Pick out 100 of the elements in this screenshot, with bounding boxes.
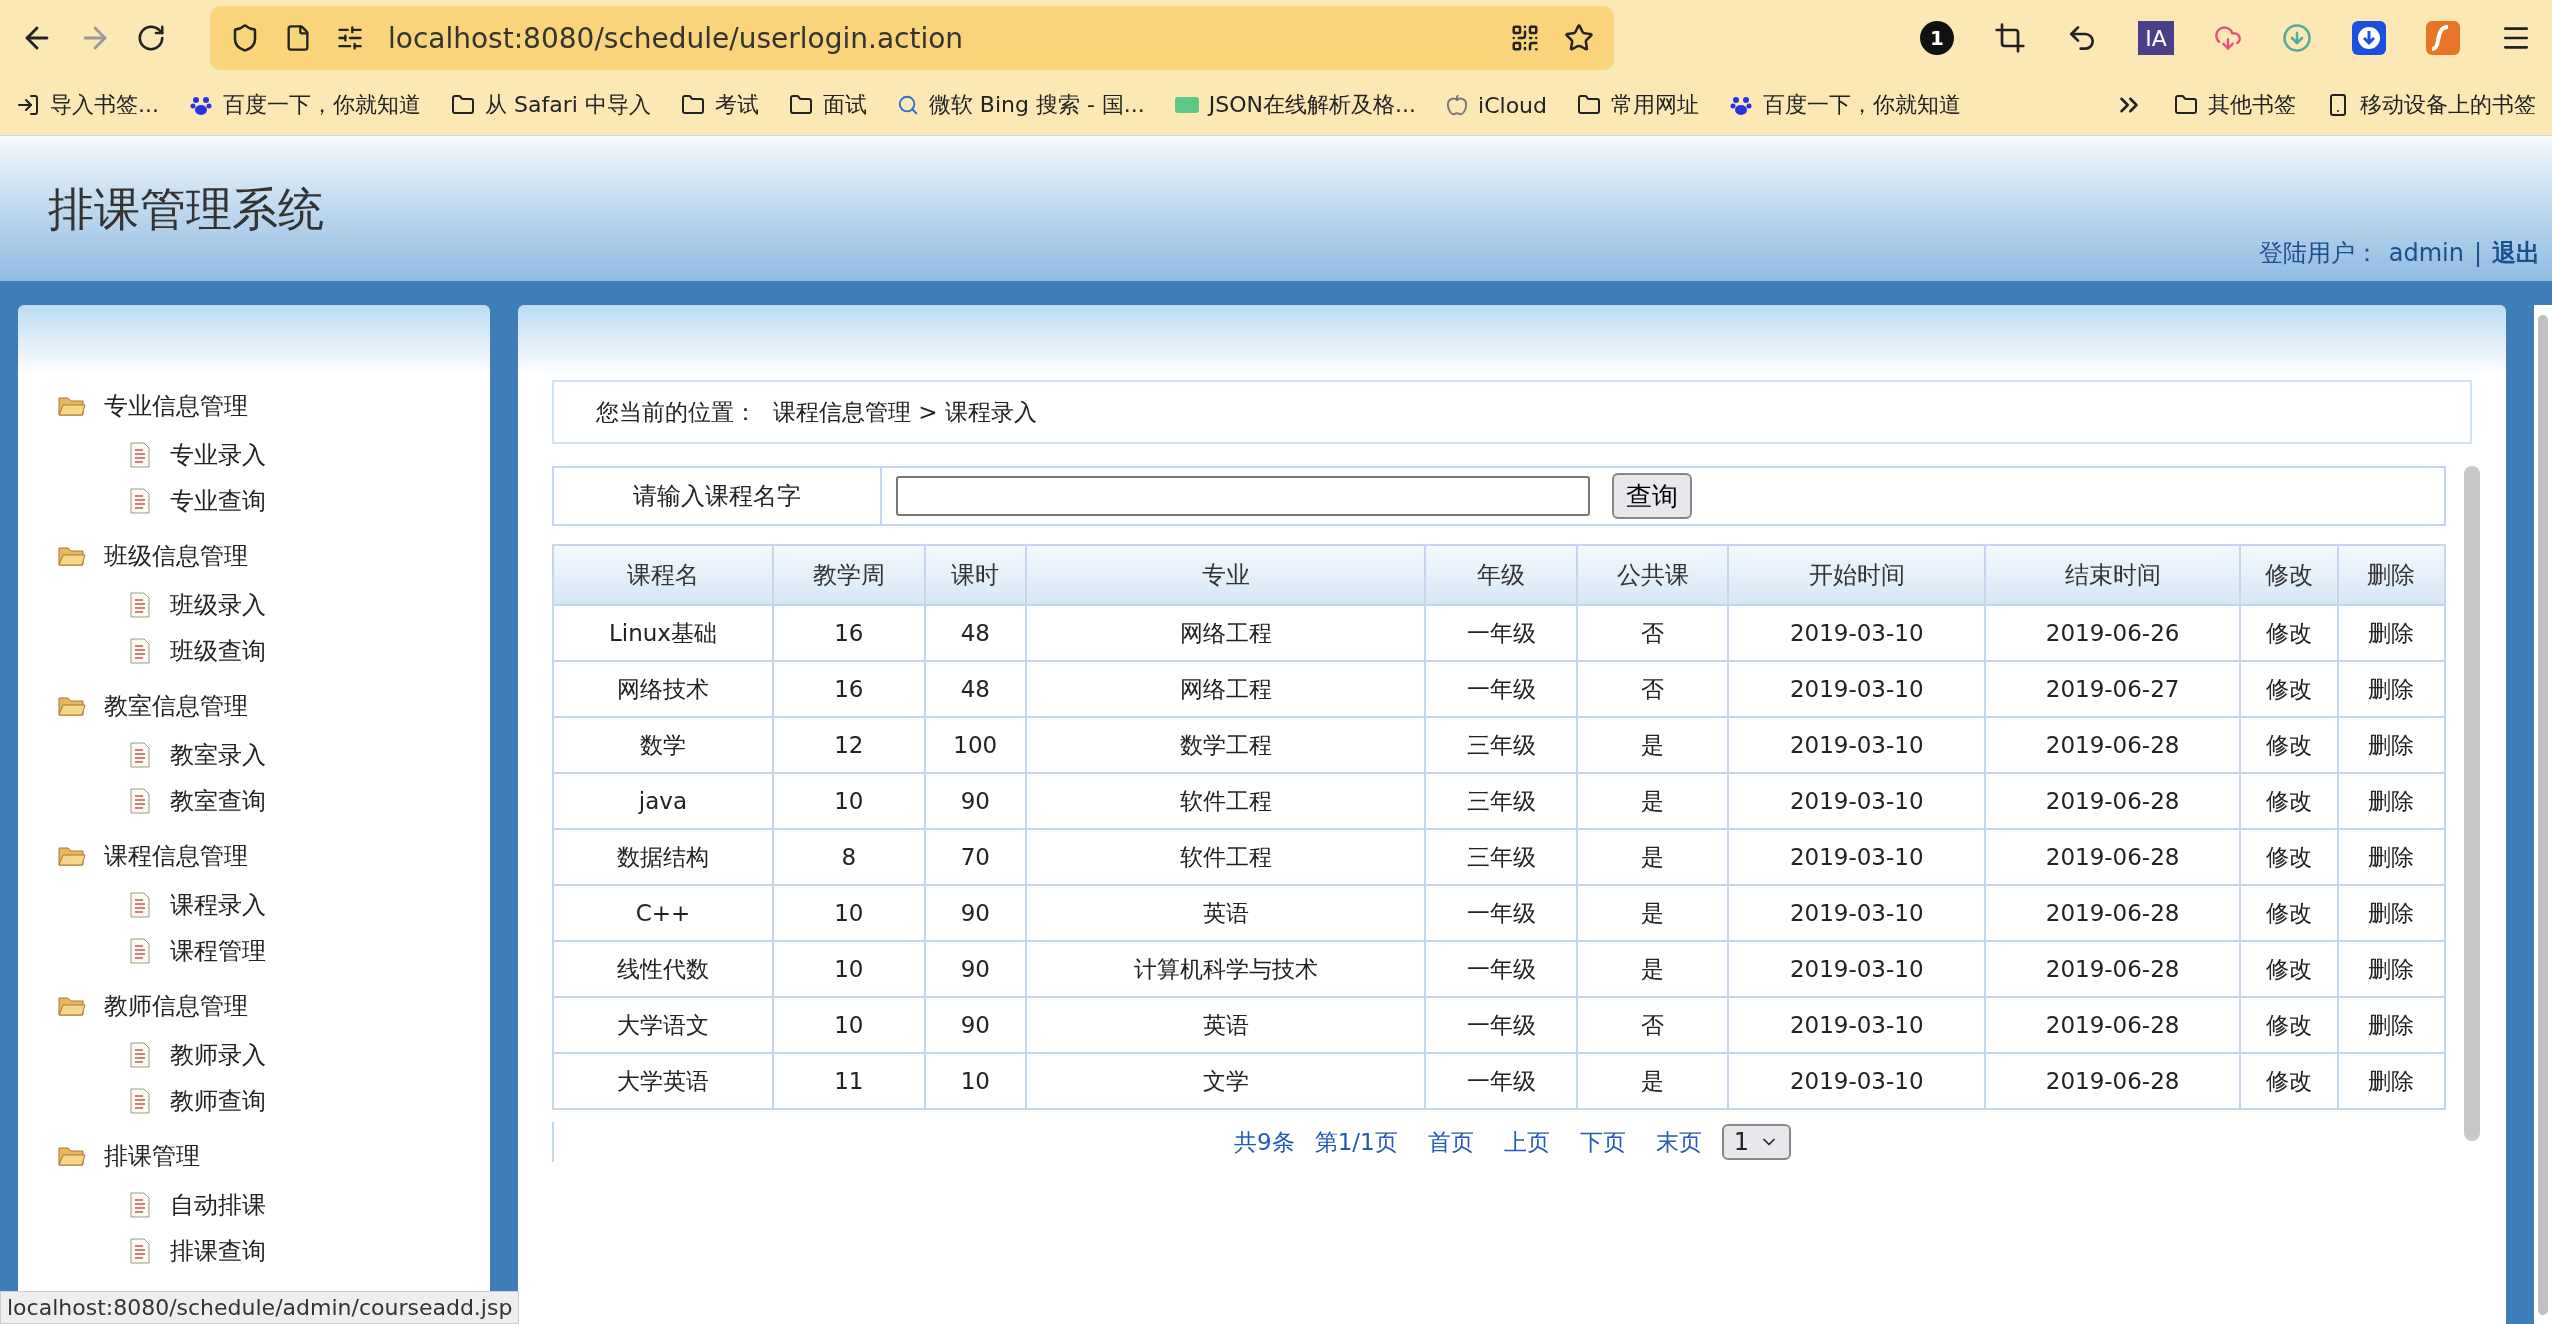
delete-link[interactable]: 删除 bbox=[2337, 773, 2445, 829]
table-cell: 12 bbox=[772, 717, 925, 773]
bookmark[interactable]: 其他书签 bbox=[2174, 90, 2296, 120]
sidebar-group[interactable]: 课程信息管理 bbox=[104, 840, 248, 872]
logout-link[interactable]: 退出 bbox=[2492, 237, 2540, 269]
column-header: 教学周 bbox=[772, 545, 925, 605]
download-icon[interactable] bbox=[2352, 21, 2386, 55]
star-icon[interactable] bbox=[1564, 23, 1594, 53]
edit-link[interactable]: 修改 bbox=[2240, 997, 2338, 1053]
sidebar-item[interactable]: 专业录入 bbox=[170, 439, 266, 471]
edit-link[interactable]: 修改 bbox=[2240, 1053, 2338, 1109]
sidebar-item[interactable]: 排课查询 bbox=[170, 1235, 266, 1267]
delete-link[interactable]: 删除 bbox=[2337, 941, 2445, 997]
qr-code-icon[interactable] bbox=[1510, 23, 1540, 53]
sidebar-item[interactable]: 课程管理 bbox=[170, 935, 266, 967]
search-button[interactable]: 查询 bbox=[1612, 473, 1692, 519]
table-cell: 计算机科学与技术 bbox=[1025, 941, 1426, 997]
table-cell: 数据结构 bbox=[553, 829, 773, 885]
table-cell: 8 bbox=[772, 829, 925, 885]
bookmark[interactable]: iCloud bbox=[1446, 92, 1547, 118]
bookmark[interactable]: 导入书签... bbox=[16, 90, 159, 120]
pager-link[interactable]: 末页 bbox=[1655, 1126, 1702, 1158]
sidebar-item[interactable]: 教师查询 bbox=[170, 1085, 266, 1117]
sidebar-item[interactable]: 教师录入 bbox=[170, 1039, 266, 1071]
pager-link[interactable]: 下页 bbox=[1579, 1126, 1626, 1158]
sidebar-group[interactable]: 教室信息管理 bbox=[104, 690, 248, 722]
edit-link[interactable]: 修改 bbox=[2240, 605, 2338, 661]
delete-link[interactable]: 删除 bbox=[2337, 717, 2445, 773]
document-icon bbox=[130, 1238, 150, 1264]
sidebar-group[interactable]: 班级信息管理 bbox=[104, 540, 248, 572]
table-cell: 是 bbox=[1577, 885, 1729, 941]
sidebar-item[interactable]: 自动排课 bbox=[170, 1189, 266, 1221]
column-header: 结束时间 bbox=[1985, 545, 2240, 605]
sidebar-group[interactable]: 专业信息管理 bbox=[104, 390, 248, 422]
sidebar-item[interactable]: 班级录入 bbox=[170, 589, 266, 621]
bookmark[interactable]: 百度一下，你就知道 bbox=[1729, 90, 1961, 120]
table-cell: 文学 bbox=[1025, 1053, 1426, 1109]
bookmark[interactable]: 常用网址 bbox=[1577, 90, 1699, 120]
table-cell: 否 bbox=[1577, 997, 1729, 1053]
search-field[interactable] bbox=[896, 476, 1590, 516]
table-cell: 2019-06-27 bbox=[1985, 661, 2240, 717]
edit-link[interactable]: 修改 bbox=[2240, 661, 2338, 717]
sidebar-item[interactable]: 专业查询 bbox=[170, 485, 266, 517]
delete-link[interactable]: 删除 bbox=[2337, 661, 2445, 717]
document-icon bbox=[130, 1192, 150, 1218]
edit-link[interactable]: 修改 bbox=[2240, 941, 2338, 997]
reload-icon[interactable] bbox=[136, 23, 166, 53]
pager-link[interactable]: 上页 bbox=[1503, 1126, 1550, 1158]
bookmark[interactable]: 面试 bbox=[788, 90, 867, 120]
table-cell: 2019-06-28 bbox=[1985, 829, 2240, 885]
scrollbar[interactable] bbox=[2538, 315, 2548, 1315]
edit-link[interactable]: 修改 bbox=[2240, 885, 2338, 941]
column-header: 公共课 bbox=[1577, 545, 1729, 605]
delete-link[interactable]: 删除 bbox=[2337, 997, 2445, 1053]
search-icon bbox=[896, 94, 919, 116]
table-cell: 10 bbox=[924, 1053, 1026, 1109]
bookmark[interactable]: 百度一下，你就知道 bbox=[189, 90, 421, 120]
status-bar: localhost:8080/schedule/admin/courseadd.jsp bbox=[0, 1291, 520, 1324]
bookmark[interactable]: JSON在线解析及格... bbox=[1174, 90, 1417, 120]
user-link[interactable]: admin bbox=[2388, 239, 2464, 267]
page-select[interactable]: 1 bbox=[1721, 1124, 1791, 1160]
sidebar-group[interactable]: 教师信息管理 bbox=[104, 990, 248, 1022]
extension-badge[interactable]: 1 bbox=[1920, 21, 1954, 55]
folder-icon bbox=[451, 93, 475, 117]
extension-button[interactable]: IA bbox=[2138, 21, 2174, 55]
table-cell: 一年级 bbox=[1425, 885, 1578, 941]
column-header: 课时 bbox=[924, 545, 1026, 605]
address-bar[interactable]: localhost:8080/schedule/userlogin.action bbox=[210, 6, 1614, 70]
edit-link[interactable]: 修改 bbox=[2240, 773, 2338, 829]
flash-icon[interactable] bbox=[2426, 21, 2460, 55]
cloud-icon[interactable] bbox=[2214, 24, 2242, 52]
sidebar-item[interactable]: 教室查询 bbox=[170, 785, 266, 817]
sidebar-item[interactable]: 教室录入 bbox=[170, 739, 266, 771]
bookmark[interactable]: 移动设备上的书签 bbox=[2326, 90, 2536, 120]
bookmark[interactable]: 考试 bbox=[680, 90, 759, 120]
scrollbar[interactable] bbox=[2464, 466, 2480, 1141]
sidebar-item[interactable]: 班级查询 bbox=[170, 635, 266, 667]
table-cell: 48 bbox=[924, 605, 1026, 661]
sidebar-group[interactable]: 排课管理 bbox=[104, 1140, 200, 1172]
delete-link[interactable]: 删除 bbox=[2337, 605, 2445, 661]
delete-link[interactable]: 删除 bbox=[2337, 829, 2445, 885]
folder-icon bbox=[58, 545, 86, 567]
crop-icon[interactable] bbox=[1994, 22, 2026, 54]
app-title: 排课管理系统 bbox=[48, 181, 324, 238]
delete-link[interactable]: 删除 bbox=[2337, 1053, 2445, 1109]
document-icon bbox=[130, 442, 150, 468]
table-cell: 是 bbox=[1577, 941, 1729, 997]
sidebar-item[interactable]: 课程录入 bbox=[170, 889, 266, 921]
folder-icon bbox=[58, 845, 86, 867]
bookmark[interactable]: 从 Safari 中导入 bbox=[451, 90, 651, 120]
table-cell: 2019-03-10 bbox=[1728, 997, 1986, 1053]
folder-icon bbox=[788, 93, 813, 117]
table-cell: 90 bbox=[924, 773, 1026, 829]
pager-link[interactable]: 首页 bbox=[1427, 1126, 1474, 1158]
table-cell: 10 bbox=[772, 885, 925, 941]
edit-link[interactable]: 修改 bbox=[2240, 829, 2338, 885]
bookmark[interactable]: 微软 Bing 搜索 - 国... bbox=[896, 90, 1145, 120]
edit-link[interactable]: 修改 bbox=[2240, 717, 2338, 773]
table-cell: java bbox=[553, 773, 773, 829]
delete-link[interactable]: 删除 bbox=[2337, 885, 2445, 941]
